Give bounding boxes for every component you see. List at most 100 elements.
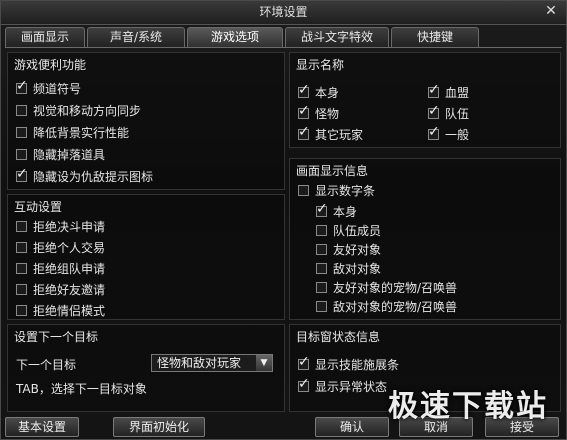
tab-combat-text[interactable]: 战斗文字特效 [285, 27, 389, 47]
option-label: 敌对对象的宠物/召唤兽 [333, 299, 458, 314]
window-title: 环境设置 [259, 5, 308, 19]
option-bar-hostile[interactable]: 敌对对象 [316, 259, 381, 277]
option-label: 隐藏设为仇敌提示图标 [33, 169, 154, 184]
option-hide-drops[interactable]: 隐藏掉落道具 [16, 145, 105, 163]
tab-hotkeys[interactable]: 快捷键 [391, 27, 479, 47]
confirm-button[interactable]: 确认 [315, 417, 389, 437]
convenience-panel: 游戏便利功能 频道符号 视觉和移动方向同步 降低背景实行性能 隐藏掉落道具 隐藏… [7, 52, 285, 190]
name-general[interactable]: 一般 [428, 124, 470, 143]
checkbox[interactable] [16, 283, 27, 295]
name-party[interactable]: 队伍 [428, 103, 470, 122]
option-label: 频道符号 [33, 81, 82, 96]
checkbox[interactable] [316, 300, 327, 312]
option-bar-hostile-pet[interactable]: 敌对对象的宠物/召唤兽 [316, 297, 457, 315]
option-label: 拒绝决斗申请 [33, 219, 106, 234]
tab-game-options[interactable]: 游戏选项 [187, 27, 283, 47]
checkbox[interactable] [16, 262, 27, 274]
checkbox[interactable] [298, 184, 309, 196]
target-window-title: 目标窗状态信息 [296, 330, 381, 344]
option-label: 本身 [315, 85, 340, 100]
title-bar[interactable]: 环境设置 ✕ [1, 1, 566, 25]
option-show-number-bar[interactable]: 显示数字条 [298, 181, 375, 199]
option-bar-party[interactable]: 队伍成员 [316, 221, 381, 239]
option-bar-friendly[interactable]: 友好对象 [316, 240, 381, 258]
checkbox[interactable] [16, 78, 28, 94]
checkbox[interactable] [316, 224, 327, 236]
checkbox[interactable] [316, 281, 327, 293]
option-refuse-duel[interactable]: 拒绝决斗申请 [16, 217, 105, 235]
checkbox[interactable] [428, 82, 440, 98]
checkbox[interactable] [298, 82, 310, 98]
checkbox[interactable] [316, 201, 328, 217]
option-label: 降低背景实行性能 [33, 125, 130, 140]
option-bar-self[interactable]: 本身 [316, 201, 357, 220]
option-label: 拒绝个人交易 [33, 240, 106, 255]
option-refuse-party[interactable]: 拒绝组队申请 [16, 259, 105, 277]
option-bar-friendly-pet[interactable]: 友好对象的宠物/召唤兽 [316, 278, 457, 296]
interaction-panel: 互动设置 拒绝决斗申请 拒绝个人交易 拒绝组队申请 拒绝好友邀请 拒绝情侣模式 [7, 194, 285, 320]
option-reduce-background[interactable]: 降低背景实行性能 [16, 123, 129, 141]
chevron-down-icon[interactable]: ▼ [256, 355, 272, 371]
option-label: 血盟 [445, 85, 470, 100]
settings-window: 环境设置 ✕ 画面显示 声音/系统 游戏选项 战斗文字特效 快捷键 游戏便利功能… [0, 0, 567, 440]
option-label: 拒绝好友邀请 [33, 282, 106, 297]
option-refuse-trade[interactable]: 拒绝个人交易 [16, 238, 105, 256]
next-target-title: 设置下一个目标 [14, 330, 99, 344]
checkbox[interactable] [16, 104, 27, 116]
basic-settings-button[interactable]: 基本设置 [5, 417, 79, 437]
checkbox[interactable] [316, 262, 327, 274]
option-view-move-sync[interactable]: 视觉和移动方向同步 [16, 101, 141, 119]
next-target-select[interactable]: 怪物和敌对玩家 ▼ [151, 354, 273, 372]
checkbox[interactable] [298, 103, 310, 119]
checkbox[interactable] [298, 376, 310, 392]
tab-bar: 画面显示 声音/系统 游戏选项 战斗文字特效 快捷键 [5, 27, 479, 47]
checkbox[interactable] [428, 124, 440, 140]
reset-ui-button[interactable]: 界面初始化 [113, 417, 205, 437]
next-target-label: 下一个目标 [16, 357, 77, 372]
option-label: 敌对对象 [333, 261, 382, 276]
option-label: 显示异常状态 [315, 379, 388, 394]
option-label: 显示技能施展条 [315, 357, 400, 372]
name-self[interactable]: 本身 [298, 82, 340, 101]
interaction-title: 互动设置 [14, 200, 63, 214]
screen-info-title: 画面显示信息 [296, 164, 369, 178]
game-options-content: 游戏便利功能 频道符号 视觉和移动方向同步 降低背景实行性能 隐藏掉落道具 隐藏… [5, 47, 562, 415]
checkbox[interactable] [16, 220, 27, 232]
option-label: 拒绝组队申请 [33, 261, 106, 276]
option-hide-enemy-icon[interactable]: 隐藏设为仇敌提示图标 [16, 166, 154, 185]
checkbox[interactable] [16, 126, 27, 138]
option-label: 友好对象 [333, 242, 382, 257]
checkbox[interactable] [16, 166, 28, 182]
option-refuse-friend[interactable]: 拒绝好友邀请 [16, 280, 105, 298]
option-label: 队伍 [445, 106, 470, 121]
name-alliance[interactable]: 血盟 [428, 82, 470, 101]
name-monster[interactable]: 怪物 [298, 103, 340, 122]
option-show-cast-bar[interactable]: 显示技能施展条 [298, 354, 400, 373]
close-icon[interactable]: ✕ [542, 3, 560, 21]
select-value: 怪物和敌对玩家 [157, 356, 242, 370]
option-refuse-couple[interactable]: 拒绝情侣模式 [16, 301, 105, 319]
option-channel-symbol[interactable]: 频道符号 [16, 78, 82, 97]
checkbox[interactable] [316, 243, 327, 255]
convenience-title: 游戏便利功能 [14, 58, 87, 72]
checkbox[interactable] [16, 148, 27, 160]
checkbox[interactable] [428, 103, 440, 119]
checkbox[interactable] [16, 241, 27, 253]
checkbox[interactable] [298, 354, 310, 370]
option-label: 隐藏掉落道具 [33, 147, 106, 162]
option-label: 怪物 [315, 106, 340, 121]
checkbox[interactable] [16, 304, 27, 316]
option-label: 拒绝情侣模式 [33, 303, 106, 318]
option-show-abnormal-status[interactable]: 显示异常状态 [298, 376, 388, 395]
screen-info-panel: 画面显示信息 显示数字条 本身 队伍成员 友好对象 敌对对象 [289, 158, 561, 320]
option-label: 视觉和移动方向同步 [33, 103, 142, 118]
checkbox[interactable] [298, 124, 310, 140]
option-label: 队伍成员 [333, 223, 382, 238]
name-other-players[interactable]: 其它玩家 [298, 124, 363, 143]
option-label: 显示数字条 [315, 183, 376, 198]
display-name-title: 显示名称 [296, 58, 345, 72]
tab-display[interactable]: 画面显示 [5, 27, 85, 47]
tab-hint: TAB，选择下一目标对象 [16, 381, 147, 396]
tab-sound-system[interactable]: 声音/系统 [87, 27, 185, 47]
option-label: 一般 [445, 127, 470, 142]
